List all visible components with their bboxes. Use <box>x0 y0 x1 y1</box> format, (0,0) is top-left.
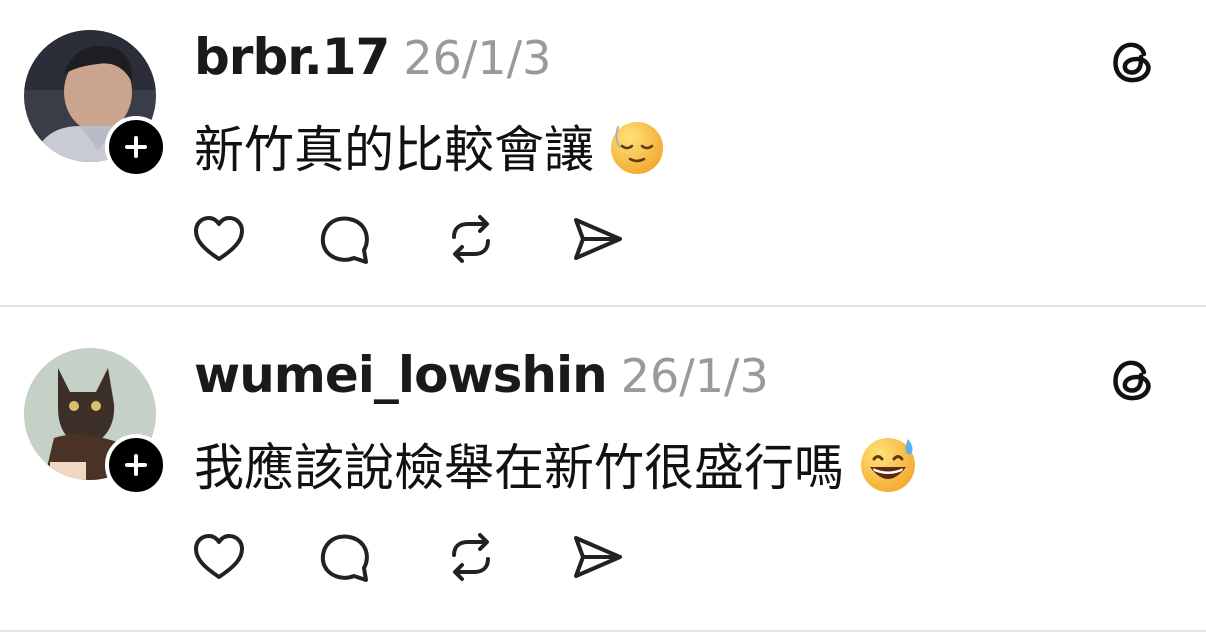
grinning-sweat-face-emoji <box>858 433 920 507</box>
post-text: 新竹真的比較會讓 <box>194 110 666 189</box>
divider <box>0 305 1206 307</box>
repost-icon[interactable] <box>442 528 500 586</box>
post-text: 我應該說檢舉在新竹很盛行嗎 <box>194 428 920 507</box>
follow-button[interactable] <box>105 116 167 178</box>
heart-icon[interactable] <box>190 528 248 586</box>
repost-icon[interactable] <box>442 210 500 268</box>
relieved-face-emoji <box>608 119 666 189</box>
divider <box>0 630 1206 632</box>
heart-icon[interactable] <box>190 210 248 268</box>
post-date: 26/1/3 <box>403 31 552 85</box>
post-header: wumei_lowshin 26/1/3 <box>194 346 769 404</box>
username[interactable]: brbr.17 <box>194 28 390 86</box>
send-icon[interactable] <box>568 210 626 268</box>
thread-post[interactable]: brbr.17 26/1/3 新竹真的比較會讓 <box>0 0 1206 316</box>
follow-button[interactable] <box>105 434 167 496</box>
threads-logo-icon[interactable] <box>1108 36 1158 86</box>
comment-bubble-icon[interactable] <box>316 210 374 268</box>
post-header: brbr.17 26/1/3 <box>194 28 551 86</box>
send-icon[interactable] <box>568 528 626 586</box>
username[interactable]: wumei_lowshin <box>194 346 608 404</box>
post-date: 26/1/3 <box>620 349 769 403</box>
comment-bubble-icon[interactable] <box>316 528 374 586</box>
threads-logo-icon[interactable] <box>1108 354 1158 404</box>
thread-post[interactable]: wumei_lowshin 26/1/3 我應該說檢舉在新竹很盛行嗎 <box>0 318 1206 634</box>
